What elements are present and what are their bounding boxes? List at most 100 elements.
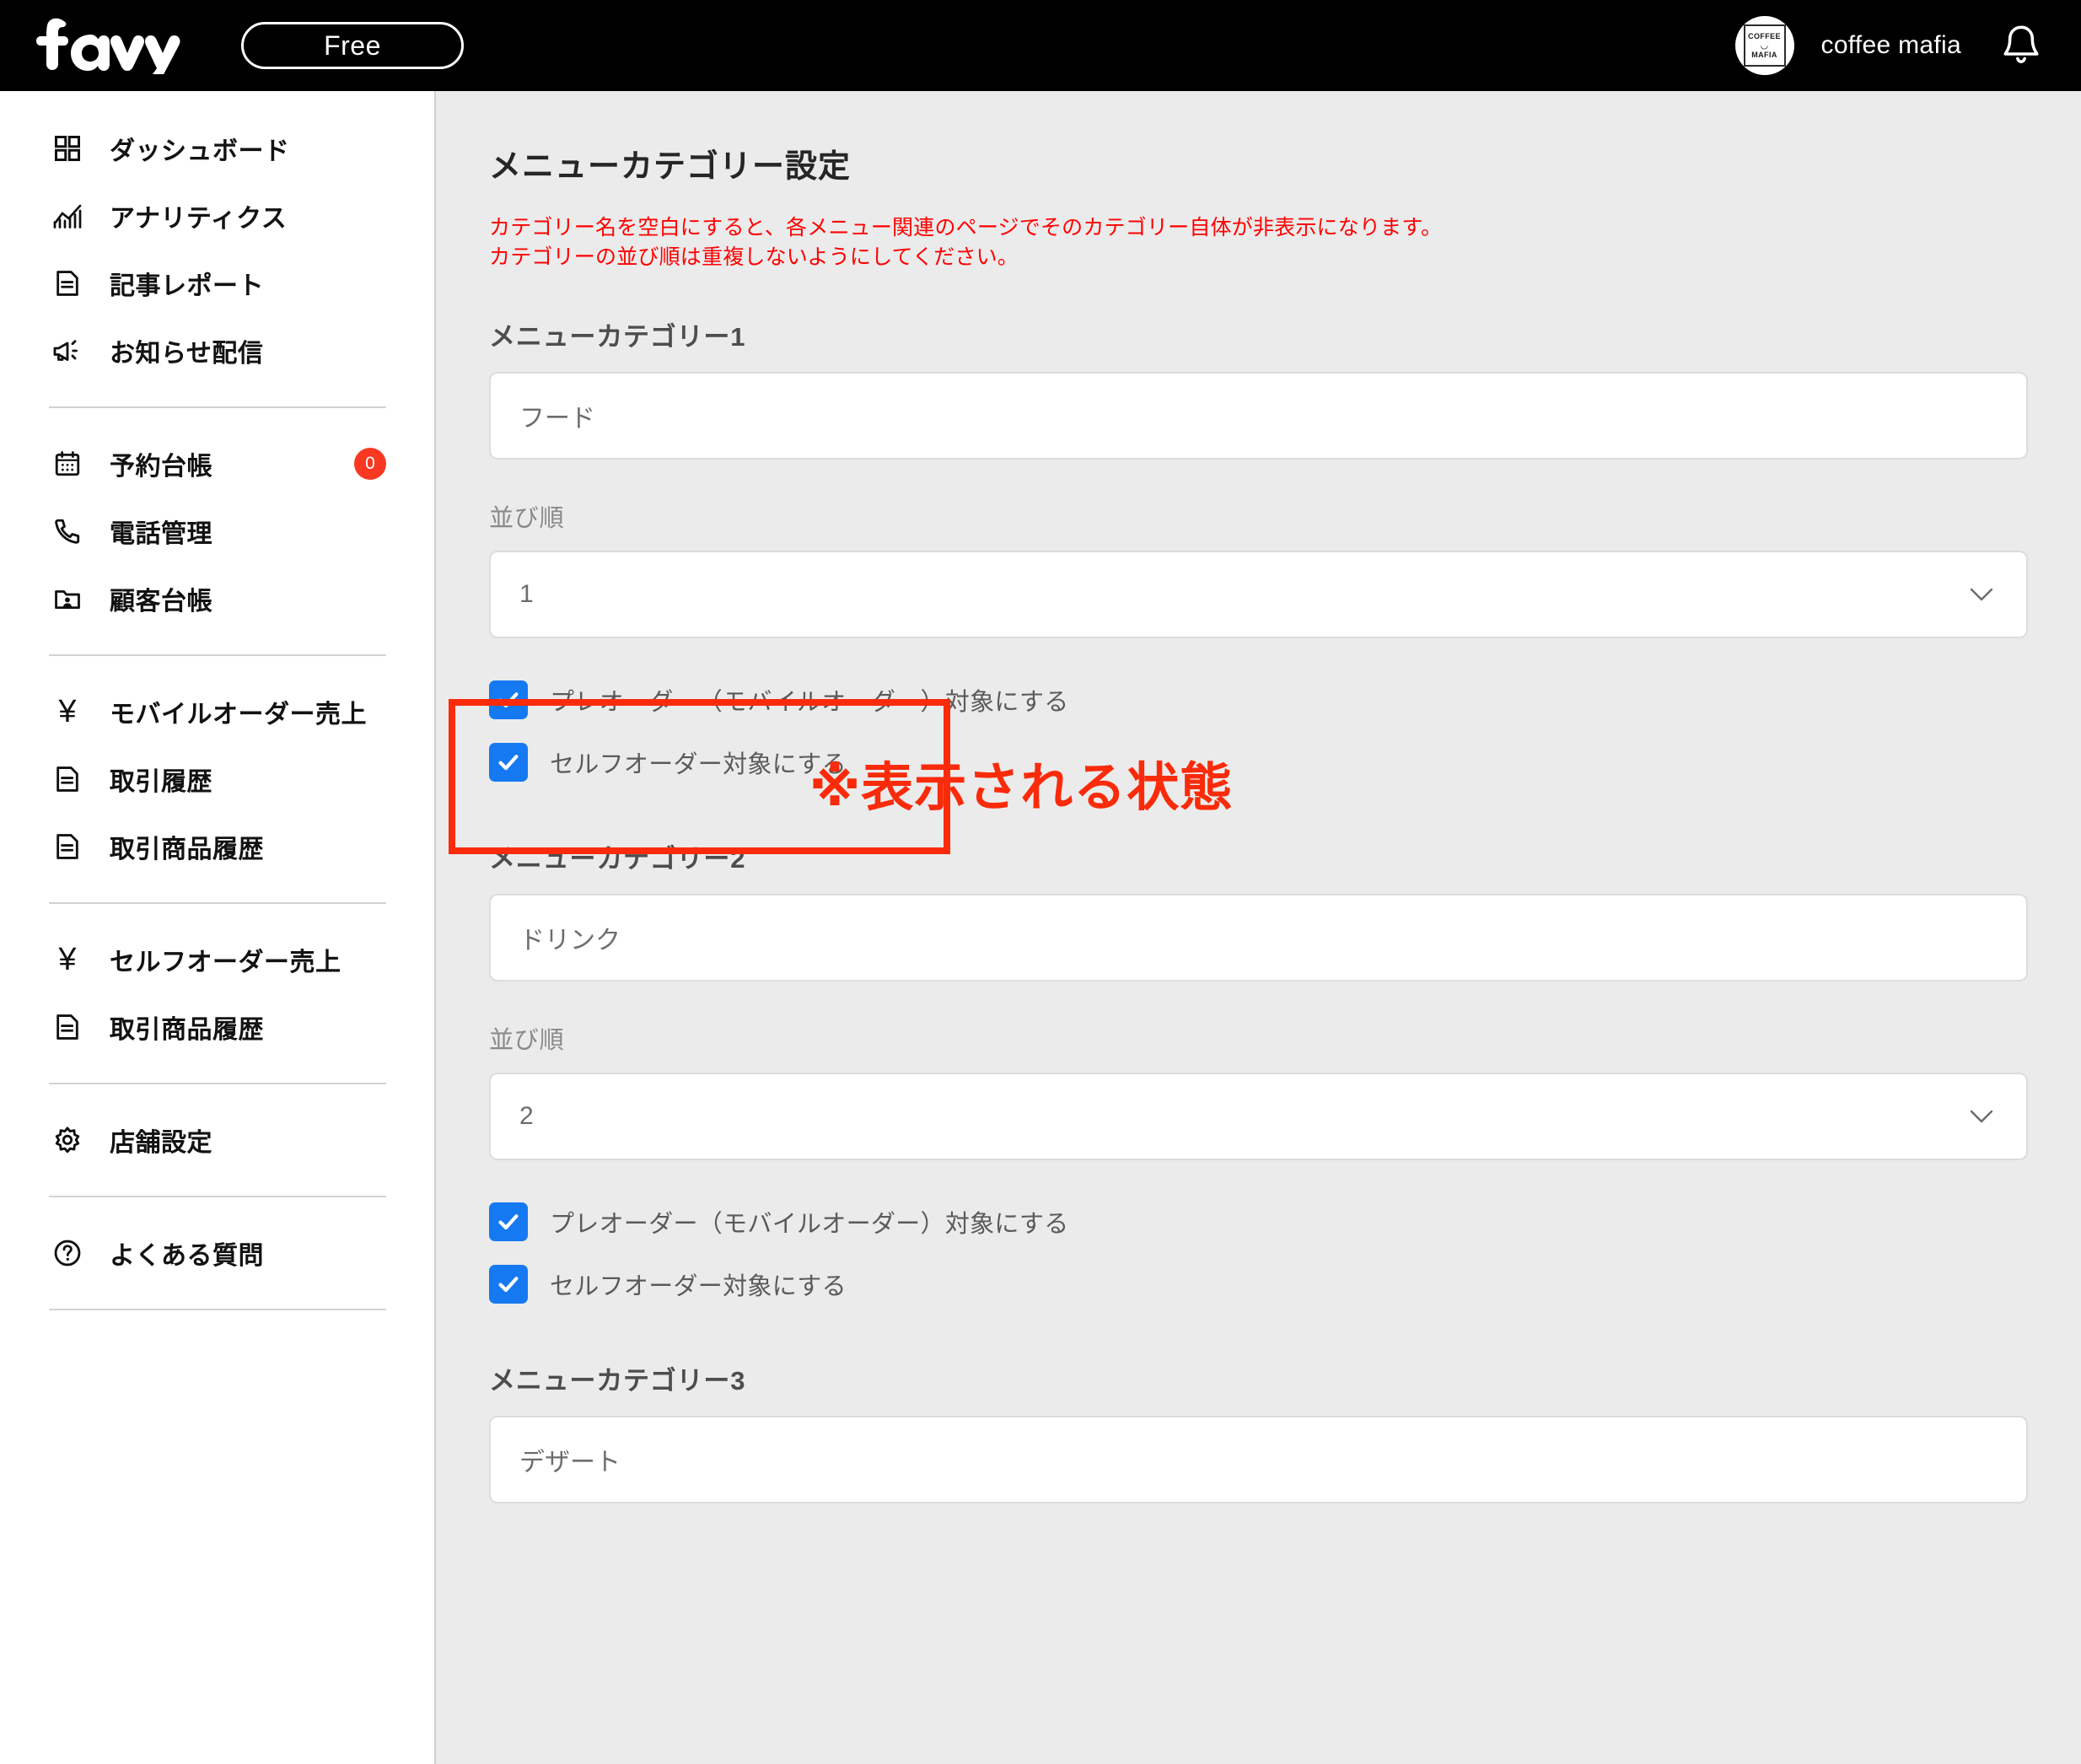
sidebar-item-label: ダッシュボード <box>110 130 290 167</box>
order-label: 並び順 <box>489 498 2028 534</box>
analytics-chart-icon <box>49 197 86 234</box>
sidebar-item-dashboard[interactable]: ダッシュボード <box>0 115 434 182</box>
sidebar-item-label: お知らせ配信 <box>110 332 263 369</box>
category-heading: メニューカテゴリー2 <box>489 837 2028 875</box>
sidebar-item-self-order-sales[interactable]: ¥ セルフオーダー売上 <box>0 926 434 993</box>
phone-icon <box>49 513 86 550</box>
preorder-checkbox-row[interactable]: プレオーダー（モバイルオーダー）対象にする <box>489 1191 2081 1253</box>
category-section-1: メニューカテゴリー1 フード 並び順 1 <box>436 315 2081 638</box>
annotation-label: ※表示される状態 <box>809 745 1233 820</box>
selforder-checkbox-label: セルフオーダー対象にする <box>550 745 847 780</box>
category-name-input[interactable]: デザート <box>489 1416 2028 1503</box>
document-icon <box>49 265 86 302</box>
selforder-checkbox-row[interactable]: セルフオーダー対象にする <box>489 1253 2081 1315</box>
category-name-input[interactable]: ドリンク <box>489 894 2028 981</box>
sidebar-divider <box>49 654 386 656</box>
category-name-input[interactable]: フード <box>489 372 2028 460</box>
app-root: Free COFFEE ◡ MAFIA coffee mafia <box>0 0 2081 1764</box>
selforder-checkbox-label: セルフオーダー対象にする <box>550 1267 847 1302</box>
status-badge: 0 <box>354 448 386 480</box>
avatar-logo-line2: MAFIA <box>1751 51 1777 59</box>
sidebar-item-analytics[interactable]: アナリティクス <box>0 182 434 250</box>
order-select[interactable]: 1 <box>489 551 2028 638</box>
top-bar: Free COFFEE ◡ MAFIA coffee mafia <box>0 0 2081 91</box>
sidebar-item-customer-ledger[interactable]: 顧客台帳 <box>0 565 434 632</box>
plan-badge[interactable]: Free <box>241 22 464 69</box>
preorder-checkbox-label: プレオーダー（モバイルオーダー）対象にする <box>550 1204 1069 1240</box>
category-section-3: メニューカテゴリー3 デザート <box>436 1359 2081 1503</box>
preorder-checkbox-row[interactable]: プレオーダー（モバイルオーダー）対象にする <box>489 669 2081 731</box>
sidebar-divider <box>49 902 386 904</box>
bell-icon[interactable] <box>2000 22 2042 69</box>
sidebar-item-announcement[interactable]: お知らせ配信 <box>0 317 434 385</box>
category-name-value: フード <box>519 397 595 434</box>
mustache-icon: ◡ <box>1761 41 1768 51</box>
sidebar-item-label: よくある質問 <box>110 1234 264 1272</box>
category-heading: メニューカテゴリー1 <box>489 315 2028 353</box>
sidebar-item-label: 店舗設定 <box>110 1121 212 1159</box>
order-select-value: 1 <box>519 580 534 609</box>
page-title: メニューカテゴリー設定 <box>436 91 2081 186</box>
favy-logo[interactable] <box>29 13 197 78</box>
avatar[interactable]: COFFEE ◡ MAFIA <box>1735 16 1794 75</box>
checkbox-checked-icon[interactable] <box>489 680 528 719</box>
document-icon <box>49 761 86 798</box>
sidebar-item-label: 取引履歴 <box>110 761 212 798</box>
chevron-down-icon <box>1969 587 1994 602</box>
yen-icon: ¥ <box>49 693 86 730</box>
sidebar-divider <box>49 1083 386 1084</box>
sidebar-item-faq[interactable]: よくある質問 <box>0 1219 434 1287</box>
category-name-value: デザート <box>519 1441 621 1478</box>
folder-user-icon <box>49 580 86 617</box>
sidebar-item-label: 記事レポート <box>110 265 264 302</box>
sidebar-item-label: セルフオーダー売上 <box>110 941 341 978</box>
sidebar-item-label: モバイルオーダー売上 <box>110 693 367 730</box>
sidebar-item-store-settings[interactable]: 店舗設定 <box>0 1106 434 1174</box>
category-name-value: ドリンク <box>519 919 621 956</box>
calendar-icon <box>49 445 86 482</box>
sidebar-divider <box>49 406 386 408</box>
question-circle-icon <box>49 1234 86 1272</box>
avatar-logo: COFFEE ◡ MAFIA <box>1744 24 1786 67</box>
sidebar-item-label: 顧客台帳 <box>110 580 212 617</box>
category-2-checkboxes: プレオーダー（モバイルオーダー）対象にする セルフオーダー対象にする <box>436 1160 2081 1315</box>
category-heading: メニューカテゴリー3 <box>489 1359 2028 1397</box>
account-area: COFFEE ◡ MAFIA coffee mafia <box>1735 0 2042 91</box>
sidebar-item-phone-management[interactable]: 電話管理 <box>0 497 434 565</box>
sidebar-item-transaction-history[interactable]: 取引履歴 <box>0 745 434 813</box>
order-select[interactable]: 2 <box>489 1073 2028 1160</box>
brand-area: Free <box>0 13 464 78</box>
plan-badge-label: Free <box>324 30 381 62</box>
document-icon <box>49 1008 86 1046</box>
sidebar-item-label: アナリティクス <box>110 197 287 234</box>
warning-note-line: カテゴリーの並び順は重複しないようにしてください。 <box>489 243 2081 272</box>
megaphone-icon <box>49 332 86 369</box>
sidebar-item-self-order-product-history[interactable]: 取引商品履歴 <box>0 993 434 1061</box>
sidebar-item-reservation-ledger[interactable]: 予約台帳 0 <box>0 430 434 497</box>
sidebar-item-label: 電話管理 <box>110 513 212 550</box>
category-section-2: メニューカテゴリー2 ドリンク 並び順 2 <box>436 837 2081 1160</box>
category-1-checkboxes: プレオーダー（モバイルオーダー）対象にする セルフオーダー対象にする <box>436 638 2081 793</box>
document-icon <box>49 828 86 865</box>
sidebar: ダッシュボード アナリティクス 記事レポート <box>0 91 436 1764</box>
checkbox-checked-icon[interactable] <box>489 743 528 782</box>
yen-icon: ¥ <box>49 941 86 978</box>
sidebar-item-transaction-product-history[interactable]: 取引商品履歴 <box>0 813 434 880</box>
sidebar-divider <box>49 1196 386 1197</box>
account-name[interactable]: coffee mafia <box>1821 31 1961 60</box>
sidebar-item-label: 予約台帳 <box>110 445 212 482</box>
main-content: メニューカテゴリー設定 カテゴリー名を空白にすると、各メニュー関連のページでその… <box>436 91 2081 1764</box>
chevron-down-icon <box>1969 1109 1994 1124</box>
checkbox-checked-icon[interactable] <box>489 1265 528 1304</box>
sidebar-divider <box>49 1309 386 1310</box>
sidebar-item-mobile-order-sales[interactable]: ¥ モバイルオーダー売上 <box>0 678 434 745</box>
checkbox-checked-icon[interactable] <box>489 1202 528 1241</box>
sidebar-item-article-report[interactable]: 記事レポート <box>0 250 434 317</box>
grid-icon <box>49 130 86 167</box>
avatar-logo-line1: COFFEE <box>1748 33 1781 40</box>
gear-icon <box>49 1121 86 1159</box>
sidebar-item-label: 取引商品履歴 <box>110 1008 264 1046</box>
order-select-value: 2 <box>519 1102 534 1131</box>
selforder-checkbox-row[interactable]: セルフオーダー対象にする <box>489 731 2081 793</box>
sidebar-item-label: 取引商品履歴 <box>110 828 264 865</box>
